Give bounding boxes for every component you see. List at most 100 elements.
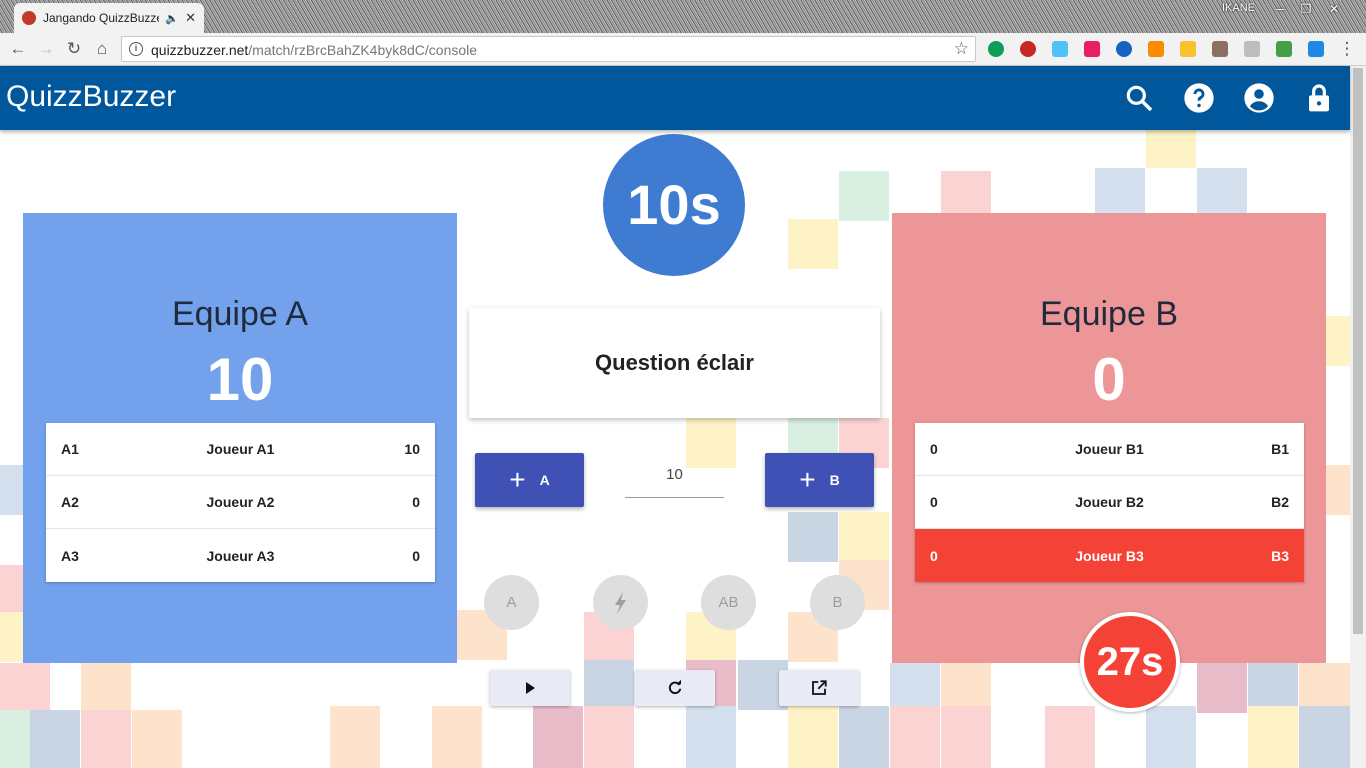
player-name: Joueur B3	[1075, 547, 1144, 564]
bg-tile	[1326, 465, 1350, 515]
bg-tile	[1146, 130, 1196, 168]
player-score: 0	[930, 547, 938, 564]
browser-menu-icon[interactable]: ⋮	[1336, 38, 1358, 60]
bg-tile	[890, 706, 940, 768]
restore-icon[interactable]: ❐	[1294, 2, 1318, 18]
buzzer-a-button[interactable]: A	[484, 575, 539, 630]
bg-tile	[788, 512, 838, 562]
add-points-a-button[interactable]: + A	[475, 453, 584, 507]
site-info-icon[interactable]: i	[129, 42, 143, 56]
close-window-icon[interactable]: ✕	[1322, 2, 1346, 18]
site-favicon-icon	[22, 11, 36, 25]
extension-evernote-icon[interactable]	[988, 41, 1004, 57]
home-icon[interactable]: ⌂	[91, 38, 113, 60]
bg-tile	[1248, 706, 1298, 768]
bg-tile	[1197, 663, 1247, 713]
reload-icon[interactable]: ↻	[63, 38, 85, 60]
bg-tile	[132, 710, 182, 768]
tab-close-icon[interactable]: ✕	[185, 10, 196, 26]
bg-tile	[1326, 316, 1350, 366]
bg-tile	[839, 171, 889, 221]
player-row-b2[interactable]: 0 Joueur B2 B2	[915, 476, 1304, 529]
player-row-b1[interactable]: 0 Joueur B1 B1	[915, 423, 1304, 476]
question-title: Question éclair	[595, 350, 754, 375]
buzzer-ab-button[interactable]: AB	[701, 575, 756, 630]
bg-tile	[1095, 168, 1145, 218]
player-name: Joueur A3	[206, 547, 275, 564]
forward-icon[interactable]: →	[35, 38, 57, 60]
address-bar[interactable]: i quizzbuzzer.net/match/rzBrcBahZK4byk8d…	[121, 36, 976, 62]
add-points-a-label: A	[539, 472, 550, 488]
bg-tile	[788, 219, 838, 269]
bg-tile	[81, 710, 131, 768]
app-header: QuizzBuzzer	[0, 66, 1350, 130]
bg-tile	[0, 663, 50, 713]
lock-icon[interactable]	[1303, 82, 1335, 114]
refresh-icon	[668, 679, 682, 695]
browser-tab[interactable]: Jangando QuizzBuzze 🔈 ✕	[14, 3, 204, 33]
extension-adblock-icon[interactable]	[1020, 41, 1036, 57]
app-brand[interactable]: QuizzBuzzer	[6, 80, 176, 114]
player-name: Joueur B2	[1075, 494, 1144, 510]
bg-tile	[839, 512, 889, 562]
player-id: A3	[61, 547, 79, 564]
bookmark-star-icon[interactable]: ☆	[954, 39, 969, 59]
extension-s-icon[interactable]	[1308, 41, 1324, 57]
account-icon[interactable]	[1243, 82, 1275, 114]
help-icon[interactable]	[1183, 82, 1215, 114]
buzzer-b-button[interactable]: B	[810, 575, 865, 630]
team-b-timer: 27s	[1080, 612, 1180, 712]
player-name: Joueur A1	[206, 441, 275, 457]
tab-audio-icon[interactable]: 🔈	[165, 12, 179, 25]
scrollbar-thumb[interactable]	[1353, 68, 1363, 634]
flash-icon	[615, 592, 626, 614]
window-user-label[interactable]: IKANE	[1222, 2, 1255, 14]
player-row-b3[interactable]: 0 Joueur B3 B3	[915, 529, 1304, 582]
player-score: 0	[930, 494, 938, 510]
team-b-score: 0	[1092, 346, 1126, 413]
question-card: Question éclair	[469, 308, 880, 418]
extension-eye-icon[interactable]	[1116, 41, 1132, 57]
search-icon[interactable]	[1123, 82, 1155, 114]
player-row-a1[interactable]: A1 Joueur A1 10	[46, 423, 435, 476]
plus-icon: +	[799, 464, 816, 495]
player-name: Joueur A2	[206, 494, 275, 510]
player-id: B3	[1271, 547, 1289, 564]
add-points-b-button[interactable]: + B	[765, 453, 874, 507]
points-input[interactable]: 10	[625, 462, 724, 498]
bg-tile	[1299, 706, 1350, 768]
reset-button[interactable]	[635, 670, 715, 706]
extension-chat-icon[interactable]	[1244, 41, 1260, 57]
plus-icon: +	[509, 464, 526, 495]
minimize-icon[interactable]: ─	[1268, 2, 1292, 18]
extension-record-icon[interactable]	[1084, 41, 1100, 57]
player-row-a2[interactable]: A2 Joueur A2 0	[46, 476, 435, 529]
open-in-new-icon	[812, 680, 827, 695]
bg-tile	[0, 465, 23, 515]
page-scrollbar[interactable]	[1350, 66, 1366, 768]
extension-check-icon[interactable]	[1276, 41, 1292, 57]
play-icon	[526, 682, 535, 694]
open-display-button[interactable]	[779, 670, 859, 706]
extension-notes-icon[interactable]	[1180, 41, 1196, 57]
player-score: 0	[412, 494, 420, 510]
bg-tile	[0, 565, 23, 615]
team-a-player-list: A1 Joueur A1 10 A2 Joueur A2 0 A3 Joueur…	[46, 423, 435, 582]
play-button[interactable]	[490, 670, 570, 706]
back-icon[interactable]: ←	[7, 38, 29, 60]
buzzer-flash-button[interactable]	[593, 575, 648, 630]
extension-gitlab-icon[interactable]	[1148, 41, 1164, 57]
player-score: 0	[412, 547, 420, 564]
url-text[interactable]: quizzbuzzer.net/match/rzBrcBahZK4byk8dC/…	[151, 42, 477, 58]
extension-cloud-icon[interactable]	[1052, 41, 1068, 57]
extension-eyedropper-icon[interactable]	[1212, 41, 1228, 57]
bg-tile	[1197, 168, 1247, 218]
player-row-a3[interactable]: A3 Joueur A3 0	[46, 529, 435, 582]
bg-tile	[839, 706, 889, 768]
player-id: B1	[1271, 441, 1289, 457]
tab-title: Jangando QuizzBuzze	[43, 11, 160, 25]
team-a-name: Equipe A	[171, 295, 309, 333]
bg-tile	[330, 706, 380, 768]
bg-tile	[30, 710, 80, 768]
bg-tile	[81, 663, 131, 713]
